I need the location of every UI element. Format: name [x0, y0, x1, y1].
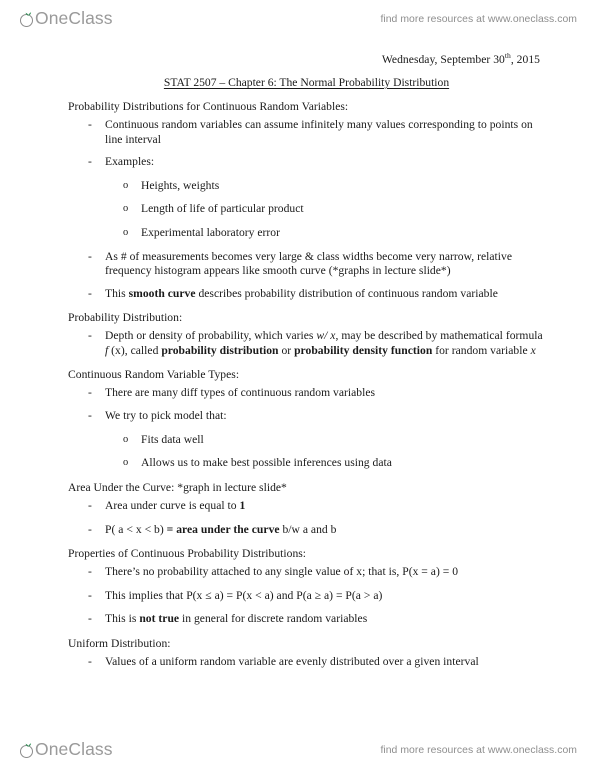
header-tagline: find more resources at www.oneclass.com	[380, 13, 577, 25]
section-probability-distributions: Probability Distributions for Continuous…	[68, 99, 545, 301]
section-uniform-distribution: Uniform Distribution: Values of a unifor…	[68, 636, 545, 670]
document-date: Wednesday, September 30th, 2015	[0, 52, 595, 67]
list-item: This smooth curve describes probability …	[68, 287, 545, 302]
text-run: b/w a and b	[279, 522, 337, 536]
sub-bullet-list: Fits data well Allows us to make best po…	[105, 433, 545, 471]
date-text: Wednesday, September 30	[381, 53, 505, 66]
section-heading: Uniform Distribution:	[68, 636, 171, 650]
text-run: , may be described by mathematical formu…	[335, 329, 543, 343]
section-probability-distribution: Probability Distribution: Depth or densi…	[68, 310, 545, 358]
page-title: STAT 2507 – Chapter 6: The Normal Probab…	[0, 75, 595, 90]
text-italic: x	[530, 343, 536, 357]
oneclass-logo-footer: OneClass	[19, 737, 114, 763]
list-item: P( a < x < b) = area under the curve b/w…	[68, 523, 545, 538]
list-item: Continuous random variables can assume i…	[68, 118, 545, 147]
list-item: This implies that P(x ≤ a) = P(x < a) an…	[68, 589, 545, 604]
list-item-label: Examples:	[105, 155, 155, 169]
list-item: Depth or density of probability, which v…	[68, 329, 545, 358]
text-emphasis: smooth curve	[128, 286, 196, 300]
list-item: This is not true in general for discrete…	[68, 612, 545, 627]
text-run: for random variable	[432, 343, 531, 357]
text-run: Area under curve is equal to	[105, 498, 240, 512]
section-heading: Properties of Continuous Probability Dis…	[68, 547, 307, 561]
text-run: in general for discrete random variables	[179, 612, 368, 626]
document-page: OneClass find more resources at www.onec…	[0, 0, 595, 770]
section-area-under-the-curve: Area Under the Curve: *graph in lecture …	[68, 480, 545, 537]
list-item: Fits data well	[105, 433, 545, 448]
bullet-list: There are many diff types of continuous …	[68, 386, 545, 471]
page-title-text: STAT 2507 – Chapter 6: The Normal Probab…	[163, 76, 450, 89]
list-item-label: We try to pick model that:	[105, 409, 227, 423]
oneclass-sprout-logo-icon	[19, 11, 36, 28]
list-item: Allows us to make best possible inferenc…	[105, 456, 545, 471]
body-content: Probability Distributions for Continuous…	[0, 99, 595, 669]
list-item: As # of measurements becomes very large …	[68, 250, 545, 279]
text-emphasis: probability density function	[294, 343, 433, 357]
text-emphasis: not true	[139, 612, 180, 626]
text-run: This	[105, 286, 129, 300]
text-emphasis: 1	[239, 498, 246, 512]
page-header-watermark: OneClass find more resources at www.onec…	[0, 2, 595, 36]
list-item: Area under curve is equal to 1	[68, 499, 545, 514]
list-item: Experimental laboratory error	[105, 226, 545, 241]
document-content: Wednesday, September 30th, 2015 STAT 250…	[0, 52, 595, 678]
text-run: This is	[105, 612, 140, 626]
section-heading: Area Under the Curve: *graph in lecture …	[68, 480, 287, 494]
section-heading: Continuous Random Variable Types:	[68, 367, 240, 381]
footer-tagline: find more resources at www.oneclass.com	[380, 744, 577, 756]
text-emphasis: = area under the curve	[166, 522, 280, 536]
section-continuous-random-variable-types: Continuous Random Variable Types: There …	[68, 367, 545, 471]
bullet-list: There’s no probability attached to any s…	[68, 565, 545, 627]
oneclass-sprout-logo-icon	[19, 742, 36, 759]
text-run: or	[278, 343, 295, 357]
list-item: Heights, weights	[105, 179, 545, 194]
list-item: We try to pick model that: Fits data wel…	[68, 409, 545, 471]
bullet-list: Values of a uniform random variable are …	[68, 655, 545, 670]
list-item: Values of a uniform random variable are …	[68, 655, 545, 670]
section-heading: Probability Distributions for Continuous…	[68, 100, 349, 113]
bullet-list: Depth or density of probability, which v…	[68, 329, 545, 358]
oneclass-logo-header: OneClass	[19, 6, 114, 32]
list-item: Examples: Heights, weights Length of lif…	[68, 155, 545, 240]
text-run: (x), called	[108, 343, 162, 357]
bullet-list: Area under curve is equal to 1 P( a < x …	[68, 499, 545, 537]
list-item: Length of life of particular product	[105, 202, 545, 217]
text-run: Depth or density of probability, which v…	[105, 329, 317, 343]
list-item: There are many diff types of continuous …	[68, 386, 545, 401]
text-italic: w/ x	[316, 329, 336, 343]
section-heading: Probability Distribution:	[68, 311, 183, 325]
date-year: , 2015	[510, 53, 540, 66]
bullet-list: Continuous random variables can assume i…	[68, 118, 545, 301]
text-emphasis: probability distribution	[161, 343, 279, 357]
page-footer-watermark: OneClass find more resources at www.onec…	[0, 733, 595, 767]
text-run: P( a < x < b)	[105, 522, 167, 536]
list-item: There’s no probability attached to any s…	[68, 565, 545, 580]
section-properties-of-continuous-probability-distributions: Properties of Continuous Probability Dis…	[68, 546, 545, 627]
oneclass-logo-text: OneClass	[35, 739, 113, 760]
oneclass-logo-text: OneClass	[35, 8, 113, 29]
sub-bullet-list: Heights, weights Length of life of parti…	[105, 179, 545, 241]
text-run: describes probability distribution of co…	[195, 286, 498, 300]
